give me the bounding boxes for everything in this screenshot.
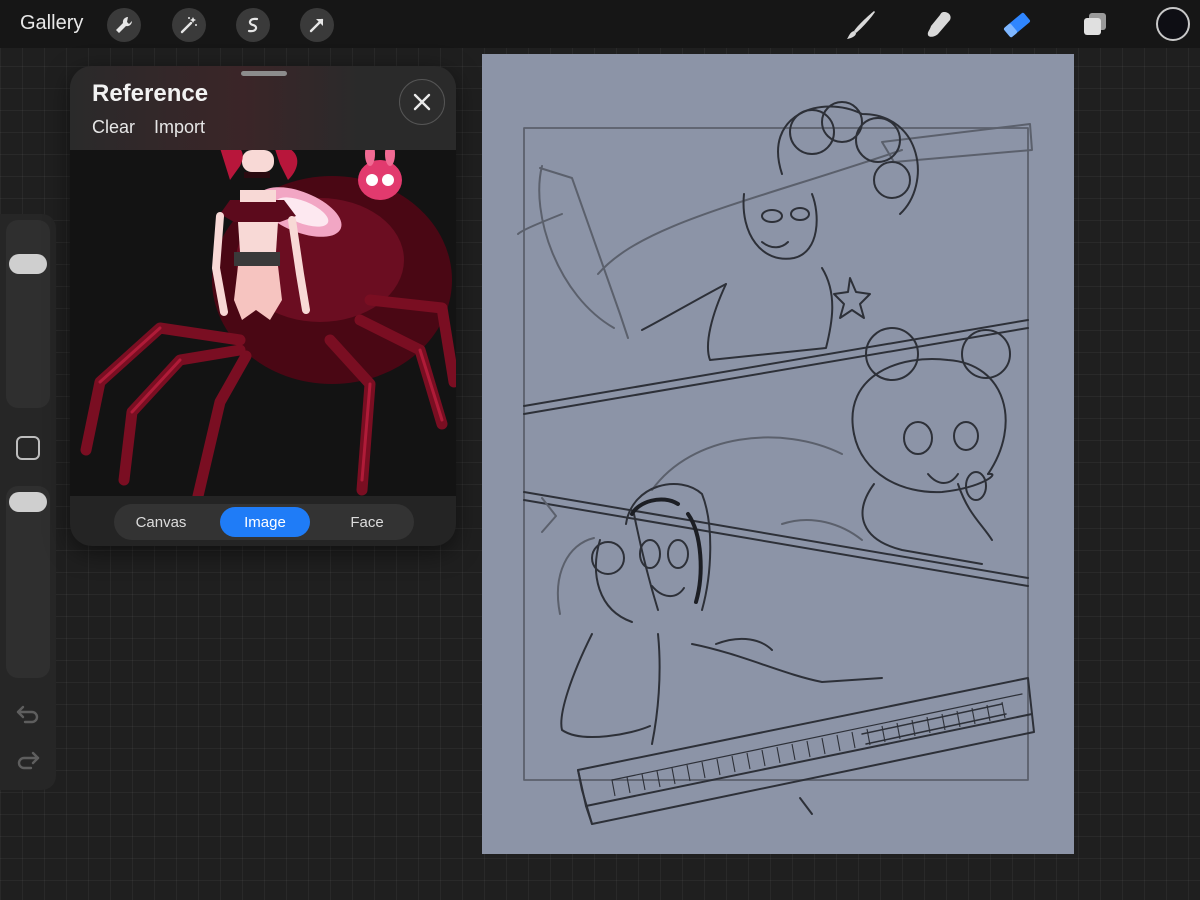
opacity-slider[interactable] — [6, 486, 50, 678]
close-icon[interactable] — [399, 79, 445, 125]
size-slider-thumb[interactable] — [9, 254, 47, 274]
reference-mode-tabs: Canvas Image Face — [114, 504, 414, 540]
selection-icon[interactable] — [236, 8, 270, 42]
brush-icon[interactable] — [842, 6, 880, 44]
left-sidebar — [0, 214, 56, 790]
magic-wand-icon[interactable] — [172, 8, 206, 42]
layers-icon[interactable] — [1076, 6, 1114, 44]
tab-canvas[interactable]: Canvas — [118, 507, 204, 537]
eraser-icon[interactable] — [998, 6, 1036, 44]
smudge-icon[interactable] — [920, 6, 958, 44]
wrench-icon[interactable] — [107, 8, 141, 42]
transform-arrow-icon[interactable] — [300, 8, 334, 42]
tab-face[interactable]: Face — [324, 507, 410, 537]
redo-icon[interactable] — [14, 748, 42, 772]
top-toolbar: Gallery — [0, 0, 1200, 48]
reference-title: Reference — [92, 80, 209, 107]
opacity-slider-thumb[interactable] — [9, 492, 47, 512]
drag-handle[interactable] — [241, 71, 287, 76]
undo-icon[interactable] — [14, 702, 42, 726]
reference-image — [70, 142, 456, 502]
reference-panel: Reference Clear Import Canvas Image Face — [70, 66, 456, 546]
modify-button[interactable] — [16, 436, 40, 460]
import-button[interactable]: Import — [154, 117, 205, 138]
drawing-canvas[interactable] — [482, 54, 1074, 854]
tab-image[interactable]: Image — [220, 507, 310, 537]
color-picker-swatch[interactable] — [1156, 7, 1190, 41]
gallery-button[interactable]: Gallery — [20, 12, 83, 35]
size-slider[interactable] — [6, 220, 50, 408]
comic-sketch — [517, 101, 1035, 825]
clear-button[interactable]: Clear — [92, 117, 135, 138]
